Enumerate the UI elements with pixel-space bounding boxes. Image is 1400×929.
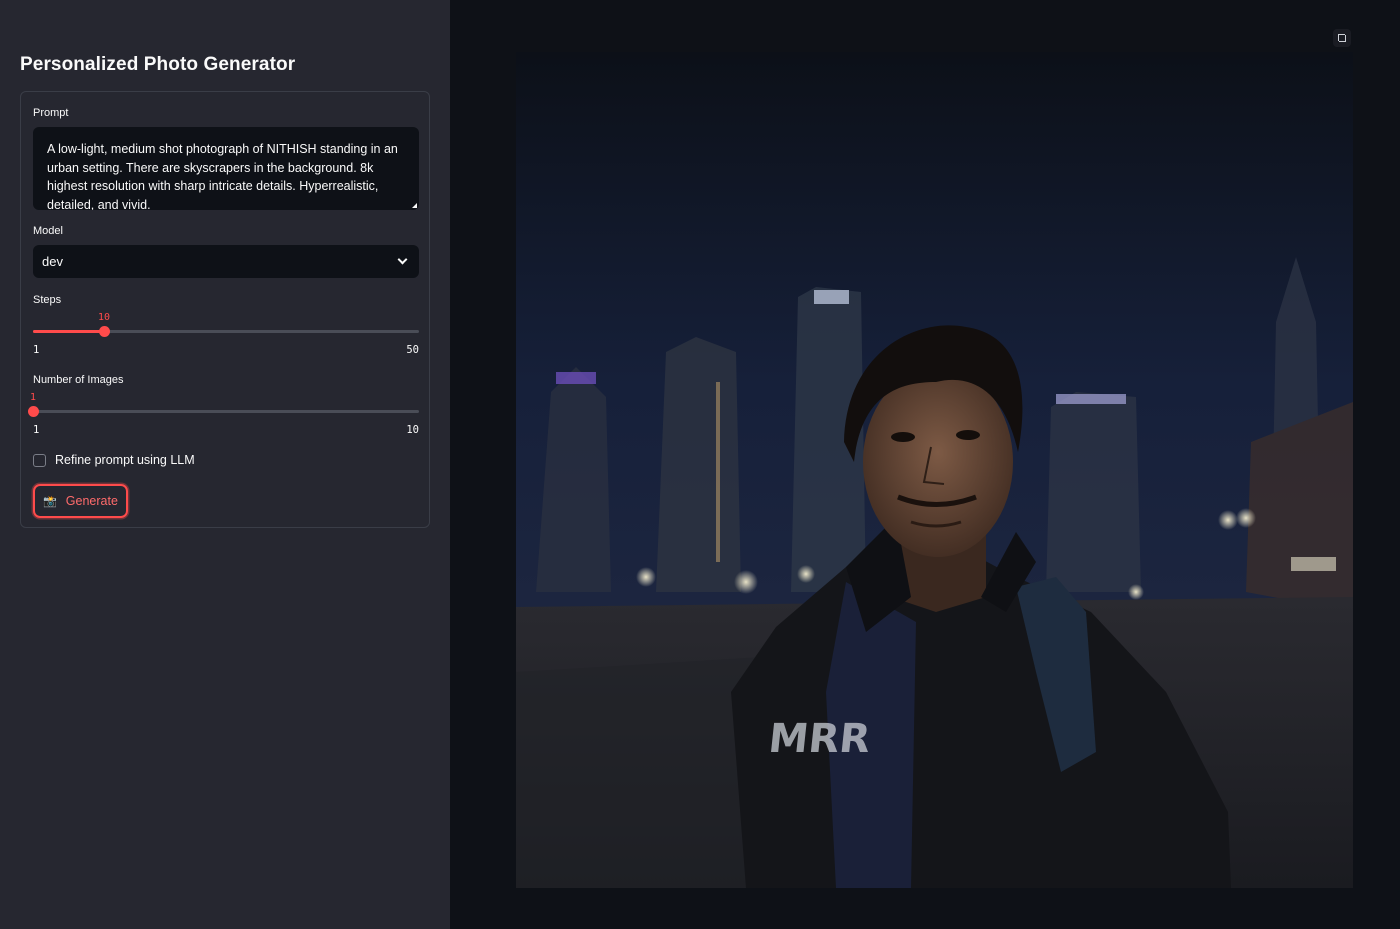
generation-form: Prompt A low-light, medium shot photogra… bbox=[20, 91, 430, 528]
num-images-slider[interactable]: 1 1 10 bbox=[28, 392, 419, 436]
chevron-down-icon bbox=[397, 254, 408, 265]
steps-max: 50 bbox=[406, 344, 419, 356]
prompt-textarea[interactable]: A low-light, medium shot photograph of N… bbox=[33, 127, 419, 210]
generate-button[interactable]: 📸 Generate bbox=[33, 484, 128, 518]
num-images-min: 1 bbox=[33, 424, 40, 436]
num-images-track[interactable] bbox=[33, 410, 419, 413]
num-images-label: Number of Images bbox=[33, 374, 124, 386]
steps-min: 1 bbox=[33, 344, 40, 356]
num-images-max: 10 bbox=[406, 424, 419, 436]
generated-photo: MRR bbox=[516, 52, 1353, 888]
prompt-text: A low-light, medium shot photograph of N… bbox=[47, 142, 398, 210]
fullscreen-icon[interactable] bbox=[1333, 29, 1351, 47]
resize-handle-icon[interactable] bbox=[412, 203, 417, 208]
steps-value: 10 bbox=[97, 312, 111, 323]
generated-photo-graphic: MRR bbox=[516, 52, 1353, 888]
steps-slider[interactable]: 10 1 50 bbox=[33, 312, 419, 356]
refine-checkbox-row[interactable]: Refine prompt using LLM bbox=[33, 453, 195, 467]
prompt-label: Prompt bbox=[33, 107, 69, 119]
page-title: Personalized Photo Generator bbox=[20, 54, 296, 75]
refine-checkbox[interactable] bbox=[33, 453, 46, 467]
num-images-value: 1 bbox=[29, 392, 37, 403]
refine-label: Refine prompt using LLM bbox=[55, 453, 195, 467]
steps-thumb[interactable] bbox=[98, 326, 110, 337]
model-select[interactable]: dev bbox=[33, 245, 419, 278]
generate-label: Generate bbox=[65, 494, 118, 508]
svg-text:MRR: MRR bbox=[766, 716, 872, 762]
camera-flash-icon: 📸 bbox=[43, 495, 57, 508]
steps-label: Steps bbox=[33, 294, 62, 306]
model-label: Model bbox=[33, 225, 63, 237]
num-images-thumb[interactable] bbox=[28, 406, 39, 417]
app-root: Personalized Photo Generator Prompt A lo… bbox=[0, 0, 1400, 929]
model-selected-value: dev bbox=[42, 254, 63, 269]
sidebar: Personalized Photo Generator Prompt A lo… bbox=[0, 0, 450, 929]
steps-fill bbox=[33, 330, 104, 333]
